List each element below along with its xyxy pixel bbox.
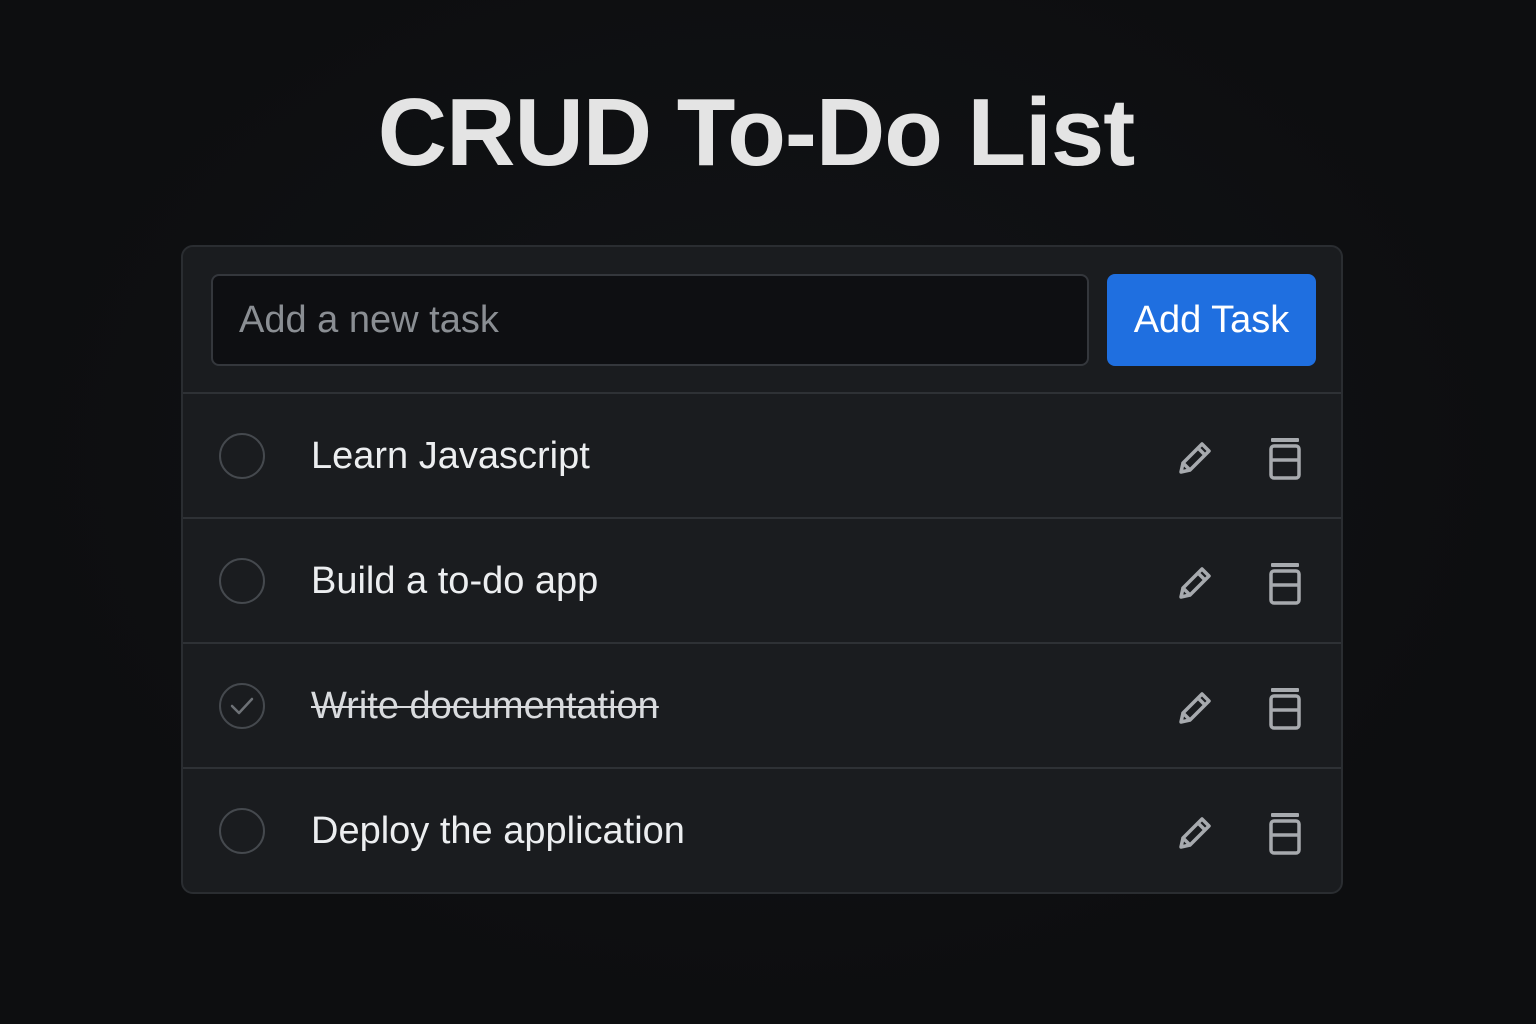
new-task-input[interactable]	[211, 274, 1089, 366]
pencil-icon[interactable]	[1171, 434, 1219, 482]
task-text: Write documentation	[311, 685, 659, 727]
task-item: Deploy the application	[183, 769, 1341, 892]
trash-icon[interactable]	[1265, 809, 1305, 857]
checkmark-icon	[230, 697, 254, 715]
task-text: Build a to-do app	[311, 560, 599, 602]
pencil-icon[interactable]	[1171, 809, 1219, 857]
task-item: Build a to-do app	[183, 519, 1341, 644]
task-list: Learn Javascript Build a to-do app Write…	[183, 394, 1341, 892]
trash-icon[interactable]	[1265, 684, 1305, 732]
task-item: Learn Javascript	[183, 394, 1341, 519]
task-text: Deploy the application	[311, 810, 685, 852]
page-title: CRUD To-Do List	[377, 79, 1135, 186]
task-item-completed: Write documentation	[183, 644, 1341, 769]
task-checkbox-checked[interactable]	[219, 683, 265, 729]
trash-icon[interactable]	[1265, 434, 1305, 482]
task-checkbox[interactable]	[219, 808, 265, 854]
trash-icon[interactable]	[1265, 559, 1305, 607]
pencil-icon[interactable]	[1171, 559, 1219, 607]
todo-card: Add Task Learn Javascript Build a to-do …	[181, 245, 1343, 894]
page: CRUD To-Do List Add Task Learn Javascrip…	[0, 0, 1536, 1024]
task-text: Learn Javascript	[311, 435, 590, 477]
add-task-row: Add Task	[183, 247, 1341, 394]
pencil-icon[interactable]	[1171, 684, 1219, 732]
task-checkbox[interactable]	[219, 558, 265, 604]
add-task-button[interactable]: Add Task	[1107, 274, 1316, 366]
task-checkbox[interactable]	[219, 433, 265, 479]
